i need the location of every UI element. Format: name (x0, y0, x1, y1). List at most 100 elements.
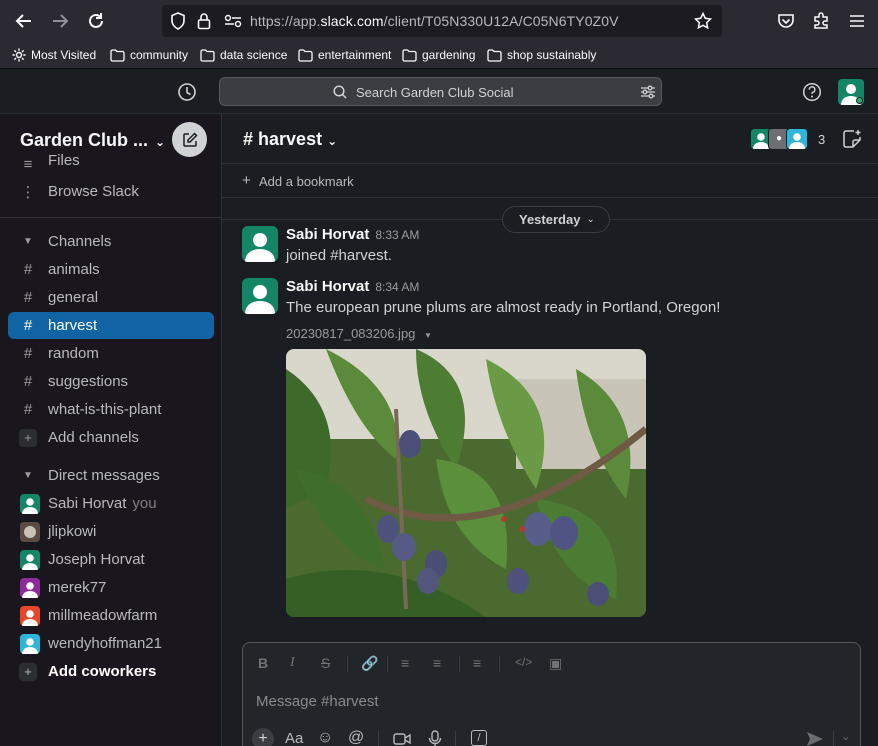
sidebar-item-label: Browse Slack (48, 183, 139, 200)
ordered-list-icon[interactable]: ≡ (401, 655, 409, 671)
channel-title[interactable]: # harvest ⌄ (243, 129, 337, 150)
bookmark-label: entertainment (318, 48, 392, 62)
dm-label: jlipkowi (48, 523, 97, 540)
chevron-down-icon[interactable]: ⌄ (841, 730, 850, 743)
compose-button[interactable] (172, 122, 207, 157)
add-coworkers-button[interactable]: + Add coworkers (8, 658, 214, 685)
url-bar[interactable]: https://app.slack.com/client/T05N330U12A… (162, 5, 722, 37)
avatar (20, 521, 40, 542)
lock-icon[interactable] (197, 12, 211, 35)
forward-icon[interactable] (49, 10, 71, 32)
hash-icon: # (23, 373, 33, 390)
attached-photo-plums[interactable] (286, 349, 646, 617)
bookmark-label: data science (220, 48, 288, 62)
slash-command-icon[interactable]: / (471, 730, 487, 746)
bookmark-bar: + Add a bookmark (222, 164, 878, 198)
message-avatar[interactable] (242, 278, 278, 314)
channel-header: # harvest ⌄ ● 3 (222, 114, 878, 164)
member-count[interactable]: 3 (818, 132, 825, 147)
sidebar-item-what-is-this-plant[interactable]: # what-is-this-plant (8, 396, 214, 423)
sidebar-item-random[interactable]: # random (8, 340, 214, 367)
sidebar-item-dm-jlipkowi[interactable]: jlipkowi (8, 518, 214, 545)
sidebar-item-dm-sabi-horvat[interactable]: Sabi Horvat you (8, 490, 214, 517)
code-icon[interactable]: </> (515, 655, 532, 669)
message-text: joined #harvest. (286, 247, 392, 264)
url-text: https://app.slack.com/client/T05N330U12A… (250, 13, 619, 29)
reload-icon[interactable] (85, 10, 107, 32)
bookmark-gardening[interactable]: gardening (402, 48, 475, 62)
more-vertical-icon: ⋮ (20, 183, 36, 201)
dm-label: wendyhoffman21 (48, 635, 162, 652)
strikethrough-icon[interactable]: S (321, 655, 330, 671)
date-divider[interactable]: Yesterday ⌄ (502, 206, 610, 233)
sidebar-item-label: Files (48, 154, 80, 169)
attachment-filename[interactable]: 20230817_083206.jpg ▼ (286, 326, 432, 341)
search-filter-icon[interactable] (640, 84, 656, 105)
caret-down-icon: ▼ (424, 331, 432, 340)
emoji-icon[interactable]: ☺ (317, 729, 333, 746)
blockquote-icon[interactable]: ≡ (473, 655, 481, 671)
bookmark-community[interactable]: community (110, 48, 188, 62)
bookmark-entertainment[interactable]: entertainment (298, 48, 391, 62)
sidebar-item-suggestions[interactable]: # suggestions (8, 368, 214, 395)
message-header: Sabi Horvat 8:33 AM (286, 226, 419, 243)
code-block-icon[interactable]: ▣ (549, 655, 562, 672)
sidebar-item-dm-millmeadowfarm[interactable]: millmeadowfarm (8, 602, 214, 629)
message-author[interactable]: Sabi Horvat (286, 278, 369, 295)
send-icon[interactable] (806, 731, 824, 746)
sidebar-item-dm-wendyhoffman21[interactable]: wendyhoffman21 (8, 630, 214, 657)
user-avatar[interactable] (838, 79, 864, 105)
extensions-icon[interactable] (810, 10, 832, 32)
sidebar-item-dm-joseph-horvat[interactable]: Joseph Horvat (8, 546, 214, 573)
canvas-icon[interactable] (842, 129, 862, 154)
tracking-protection-icon[interactable] (170, 12, 186, 35)
add-channels-button[interactable]: + Add channels (8, 424, 214, 451)
sidebar-item-animals[interactable]: # animals (8, 256, 214, 283)
message-input[interactable]: Message #harvest (256, 693, 379, 710)
bold-icon[interactable]: B (258, 655, 268, 671)
sidebar-item-harvest[interactable]: # harvest (8, 312, 214, 339)
search-input[interactable]: Search Garden Club Social (219, 77, 662, 106)
bulleted-list-icon[interactable]: ≡ (433, 655, 441, 671)
bookmark-shop-sustainably[interactable]: shop sustainably (487, 48, 596, 62)
workspace-name[interactable]: Garden Club ... ⌄ (20, 130, 165, 151)
sidebar-item-browse-slack[interactable]: ⋮ Browse Slack (8, 178, 214, 205)
bookmark-most-visited[interactable]: Most Visited (12, 48, 96, 62)
add-bookmark-button[interactable]: Add a bookmark (259, 174, 354, 189)
message-author[interactable]: Sabi Horvat (286, 226, 369, 243)
divider (499, 656, 500, 672)
channel-label: animals (48, 261, 100, 278)
link-icon[interactable]: 🔗 (361, 655, 378, 672)
help-icon[interactable] (802, 82, 822, 107)
message-timestamp[interactable]: 8:33 AM (375, 228, 419, 242)
message-avatar[interactable] (242, 226, 278, 262)
channel-label: harvest (48, 317, 98, 334)
history-icon[interactable] (177, 82, 197, 107)
sidebar-item-dm-merek77[interactable]: merek77 (8, 574, 214, 601)
bookmark-star-icon[interactable] (693, 11, 713, 35)
video-icon[interactable] (393, 732, 411, 746)
channels-section-header[interactable]: ▼ Channels (8, 228, 214, 255)
back-icon[interactable] (13, 10, 35, 32)
member-avatars[interactable]: ● (750, 128, 810, 150)
dm-label: millmeadowfarm (48, 607, 158, 624)
microphone-icon[interactable] (428, 730, 442, 746)
section-title: Channels (48, 233, 112, 250)
permissions-icon[interactable] (224, 14, 242, 33)
message-composer: B I S 🔗 ≡ ≡ ≡ </> ▣ Message #harvest + A… (242, 642, 861, 746)
message-timestamp[interactable]: 8:34 AM (375, 280, 419, 294)
bookmark-data-science[interactable]: data science (200, 48, 287, 62)
plus-icon[interactable]: + (252, 728, 274, 746)
mention-icon[interactable]: @ (348, 729, 364, 746)
italic-icon[interactable]: I (290, 655, 295, 671)
bookmark-label: community (130, 48, 189, 62)
menu-icon[interactable] (846, 10, 868, 32)
browser-toolbar: https://app.slack.com/client/T05N330U12A… (0, 0, 878, 43)
sidebar-item-general[interactable]: # general (8, 284, 214, 311)
avatar (786, 128, 808, 150)
text-format-icon[interactable]: Aa (285, 730, 303, 746)
dm-section-header[interactable]: ▼ Direct messages (8, 462, 214, 489)
pocket-icon[interactable] (775, 10, 797, 32)
sidebar-item-files[interactable]: ≡ Files (8, 154, 214, 174)
section-title: Direct messages (48, 467, 160, 484)
